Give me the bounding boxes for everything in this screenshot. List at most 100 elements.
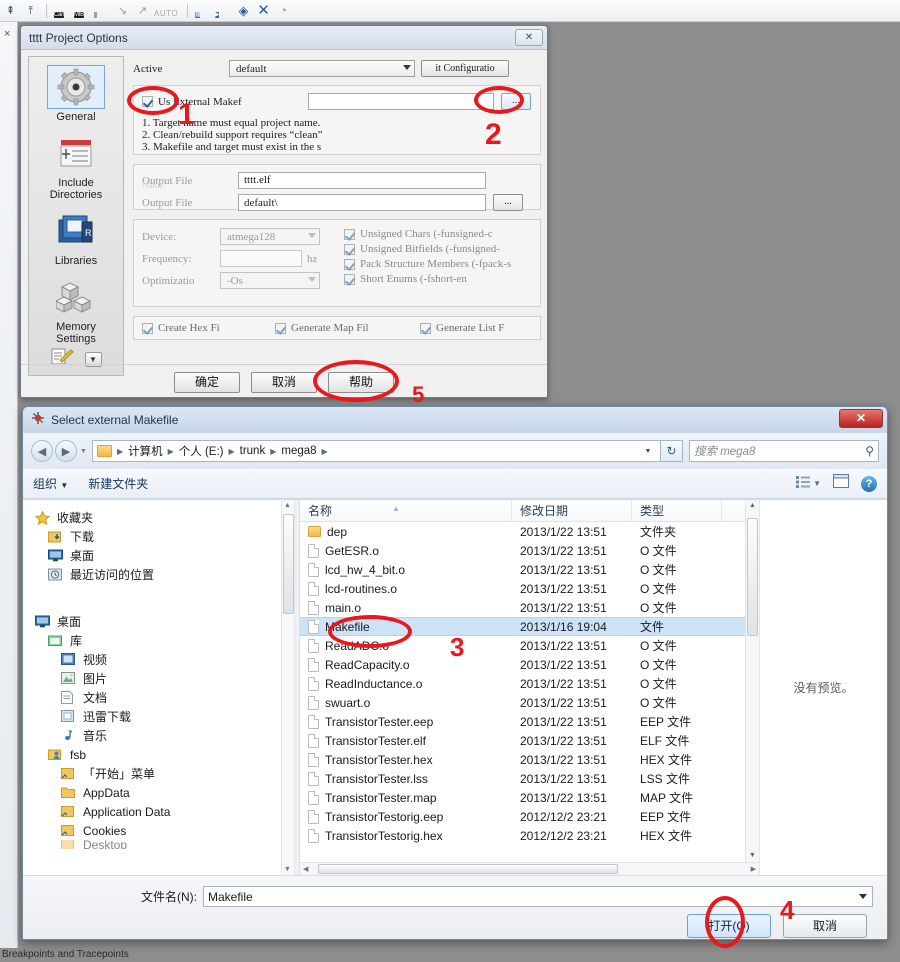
address-dropdown-icon[interactable]: ▼ (640, 441, 656, 461)
table-row[interactable]: lcd_hw_4_bit.o 2013/1/22 13:51 O 文件 (300, 560, 745, 579)
column-header-name[interactable]: 名称 ▲ (300, 500, 512, 521)
search-scope-icon[interactable]: ◔ (275, 3, 292, 19)
breadcrumb-personal-drive[interactable]: 个人 (E:) (177, 443, 226, 459)
sidebar-item-libraries[interactable]: R Libraries (29, 201, 123, 267)
unsigned-bitfields-option[interactable]: Unsigned Bitfields (-funsigned- (344, 243, 532, 255)
breadcrumb-mega8[interactable]: mega8 (279, 445, 318, 457)
tree-item-start-menu[interactable]: 「开始」菜单 (35, 764, 294, 783)
frequency-input[interactable] (220, 250, 302, 267)
sidebar-item-memory-settings[interactable]: Memory Settings (29, 267, 123, 345)
output-file-dir-input[interactable]: default\ (238, 194, 486, 211)
tree-item-favorites[interactable]: 收藏夹 (35, 508, 294, 527)
tree-item-music[interactable]: 音乐 (35, 726, 294, 745)
tree-item-videos[interactable]: 视频 (35, 650, 294, 669)
tree-item-appdata[interactable]: AppData (35, 783, 294, 802)
table-row[interactable]: ReadInductance.o 2013/1/22 13:51 O 文件 (300, 674, 745, 693)
tree-item-desktop-partial[interactable]: Desktop (35, 840, 294, 849)
create-hex-file-checkbox[interactable] (142, 323, 153, 334)
scroll-down-icon[interactable]: ▼ (749, 852, 756, 859)
project-options-titlebar[interactable]: tttt Project Options ✕ (21, 26, 547, 50)
browse-output-dir-button[interactable]: ... (493, 194, 523, 211)
step-into-icon[interactable]: ↘ (114, 3, 131, 19)
sidebar-item-general[interactable]: General (29, 57, 123, 123)
tree-item-fsb[interactable]: fsb (35, 745, 294, 764)
column-header-type[interactable]: 类型 (632, 500, 722, 521)
output-file-name-input[interactable]: tttt.elf (238, 172, 486, 189)
file-list-scroll-thumb[interactable] (747, 518, 758, 636)
generate-map-file-option[interactable]: Generate Map Fil (275, 322, 420, 334)
ide-toolbar[interactable]: ⇞ ⤒ Can MIB ~ ↘ ↗ AUTO ▦ ▶ ◈ ✕ ◔ (0, 0, 900, 22)
new-folder-button[interactable]: 新建文件夹 (88, 475, 148, 492)
back-arrow-icon[interactable]: ◀ (31, 440, 53, 462)
search-input[interactable]: 搜索 mega8 (694, 443, 865, 459)
view-options-button[interactable]: ▼ (796, 476, 821, 491)
address-bar[interactable]: ▶ 计算机 ▶ 个人 (E:) ▶ trunk ▶ mega8 ▶ ▼ (92, 440, 661, 462)
table-row[interactable]: TransistorTester.lss 2013/1/22 13:51 LSS… (300, 769, 745, 788)
browse-makefile-button[interactable]: ... (501, 93, 531, 110)
generate-map-file-checkbox[interactable] (275, 323, 286, 334)
optimization-combobox[interactable]: -Os (220, 272, 320, 289)
navigation-scroll-thumb[interactable] (283, 514, 294, 614)
breadcrumb-computer[interactable]: 计算机 (126, 443, 165, 459)
file-list-horizontal-scrollbar[interactable]: ◀ ▶ (300, 862, 759, 875)
breadcrumb-trunk[interactable]: trunk (238, 445, 268, 457)
tree-item-downloads[interactable]: 下载 (35, 527, 294, 546)
table-row[interactable]: swuart.o 2013/1/22 13:51 O 文件 (300, 693, 745, 712)
table-row[interactable]: lcd-routines.o 2013/1/22 13:51 O 文件 (300, 579, 745, 598)
scroll-right-icon[interactable]: ▶ (751, 865, 756, 873)
add-breakpoint-icon[interactable]: ▦ (195, 3, 212, 19)
active-config-combobox[interactable]: default (229, 60, 415, 77)
delete-icon[interactable]: ✕ (255, 3, 272, 19)
open-button[interactable]: 打开(O) (687, 914, 771, 938)
short-enums-checkbox[interactable] (344, 274, 355, 285)
tree-item-documents[interactable]: 文档 (35, 688, 294, 707)
preview-pane-icon[interactable] (833, 474, 849, 493)
tree-item-recent-places[interactable]: 最近访问的位置 (35, 565, 294, 584)
tree-item-thunder-download[interactable]: 迅雷下载 (35, 707, 294, 726)
scroll-down-icon[interactable]: ▼ (284, 866, 291, 873)
ok-button[interactable]: 确定 (174, 372, 240, 393)
external-makefile-input[interactable] (308, 93, 494, 110)
chip-icon[interactable]: ~ (94, 3, 111, 19)
tree-item-pictures[interactable]: 图片 (35, 669, 294, 688)
table-row[interactable]: ReadADC.o 2013/1/22 13:51 O 文件 (300, 636, 745, 655)
table-row[interactable]: dep 2013/1/22 13:51 文件夹 (300, 522, 745, 541)
edit-config-icon[interactable] (51, 348, 75, 371)
close-icon[interactable]: ✕ (839, 409, 883, 428)
tree-item-desktop-root[interactable]: 桌面 (35, 612, 294, 631)
table-row[interactable]: TransistorTestorig.hex 2012/12/2 23:21 H… (300, 826, 745, 845)
filename-input[interactable]: Makefile (203, 886, 873, 907)
device-combobox[interactable]: atmega128 (220, 228, 320, 245)
forward-arrow-icon[interactable]: ▶ (55, 440, 77, 462)
refresh-icon[interactable]: ↻ (661, 440, 683, 462)
up-arrow-icon[interactable]: ⇞ (2, 3, 19, 19)
unsigned-chars-checkbox[interactable] (344, 229, 355, 240)
table-row[interactable]: GetESR.o 2013/1/22 13:51 O 文件 (300, 541, 745, 560)
short-enums-option[interactable]: Short Enums (-fshort-en (344, 273, 532, 285)
unsigned-chars-option[interactable]: Unsigned Chars (-funsigned-c (344, 228, 532, 240)
close-icon[interactable]: ✕ (515, 29, 543, 46)
scroll-up-icon[interactable]: ▲ (284, 502, 291, 509)
unsigned-bitfields-checkbox[interactable] (344, 244, 355, 255)
run-to-cursor-icon[interactable]: ▶ (215, 3, 232, 19)
sidebar-item-include-directories[interactable]: Include Directories (29, 123, 123, 201)
chevron-down-icon[interactable]: ▼ (80, 448, 87, 455)
table-row[interactable]: TransistorTestorig.eep 2012/12/2 23:21 E… (300, 807, 745, 826)
step-out-icon[interactable]: ↗ (134, 3, 151, 19)
generate-list-file-option[interactable]: Generate List F (420, 322, 504, 334)
cancel-button[interactable]: 取消 (251, 372, 317, 393)
table-row[interactable]: ReadCapacity.o 2013/1/22 13:51 O 文件 (300, 655, 745, 674)
tree-item-cookies[interactable]: Cookies (35, 821, 294, 840)
pack-structure-members-option[interactable]: Pack Structure Members (-fpack-s (344, 258, 532, 270)
tree-item-desktop-fav[interactable]: 桌面 (35, 546, 294, 565)
navigation-pane[interactable]: 收藏夹 下载 桌面 最近访问的位置 桌面 (23, 500, 295, 875)
table-row[interactable]: TransistorTester.eep 2013/1/22 13:51 EEP… (300, 712, 745, 731)
scroll-left-icon[interactable]: ◀ (303, 865, 308, 873)
close-icon[interactable]: × (4, 28, 10, 40)
table-row[interactable]: TransistorTester.elf 2013/1/22 13:51 ELF… (300, 731, 745, 750)
tree-item-application-data[interactable]: Application Data (35, 802, 294, 821)
tree-item-libraries[interactable]: 库 (35, 631, 294, 650)
column-header-date[interactable]: 修改日期 (512, 500, 632, 521)
scroll-up-icon[interactable]: ▲ (749, 502, 756, 509)
toggle-bookmark-icon[interactable]: ◈ (235, 3, 252, 19)
